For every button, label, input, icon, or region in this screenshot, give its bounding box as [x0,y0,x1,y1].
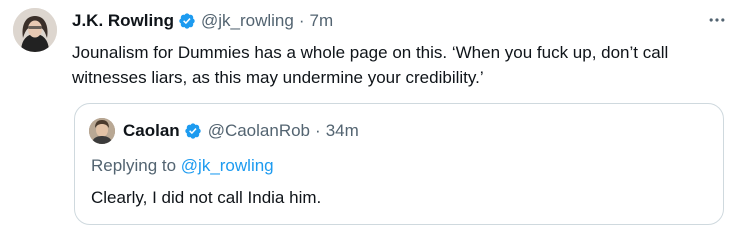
tweet-header: J.K. Rowling @jk_rowling · 7m [72,10,333,32]
quoted-header-separator: · [315,121,321,140]
quoted-tweet[interactable]: Caolan @CaolanRob · 34m Replying to @jk_… [74,103,724,225]
tweet-timestamp[interactable]: 7m [310,11,334,31]
author-avatar[interactable] [13,8,57,52]
replying-to-mention-link[interactable]: @jk_rowling [181,156,274,175]
quoted-avatar-image [89,118,115,144]
verified-badge-icon[interactable] [178,12,196,30]
quoted-author-handle[interactable]: @CaolanRob [208,121,310,141]
replying-to-prefix: Replying to [91,156,181,175]
tweet-text: Jounalism for Dummies has a whole page o… [72,43,669,87]
tweet[interactable]: J.K. Rowling @jk_rowling · 7m Jounalism … [0,0,751,240]
author-avatar-image [13,8,57,52]
quoted-tweet-timestamp[interactable]: 34m [326,121,359,141]
verified-badge-icon[interactable] [184,122,202,140]
more-horizontal-icon[interactable] [705,10,729,30]
header-separator: · [298,11,305,30]
quoted-tweet-text: Clearly, I did not call India him. [91,188,322,207]
quoted-author-display-name[interactable]: Caolan [123,121,180,141]
quoted-tweet-header: Caolan @CaolanRob · 34m [123,120,359,142]
quoted-author-avatar[interactable] [89,118,115,144]
author-display-name[interactable]: J.K. Rowling [72,11,174,31]
author-handle[interactable]: @jk_rowling [201,11,294,31]
replying-to-line: Replying to @jk_rowling [91,156,274,176]
